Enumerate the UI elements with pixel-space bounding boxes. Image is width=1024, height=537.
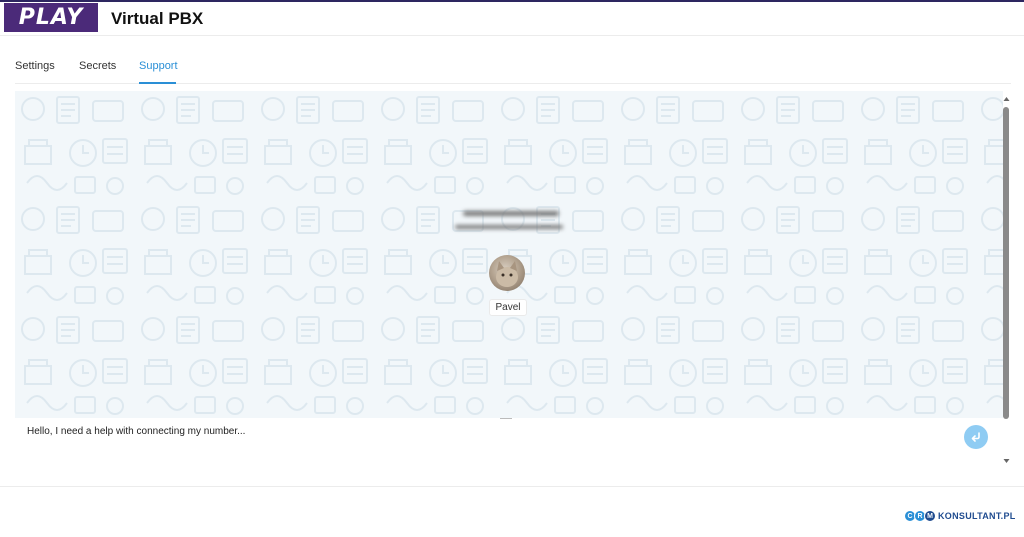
scroll-up-icon[interactable]	[1002, 95, 1011, 103]
page-title: Virtual PBX	[111, 9, 204, 28]
brand-word: KONSULTANT.PL	[938, 511, 1016, 521]
brand-letter: M	[924, 510, 936, 522]
message-input[interactable]	[15, 420, 1003, 460]
send-button[interactable]	[964, 425, 988, 449]
cat-avatar-icon	[496, 261, 518, 287]
tab-secrets[interactable]: Secrets	[79, 60, 116, 84]
tab-bar: Settings Secrets Support	[15, 60, 1011, 84]
tab-settings[interactable]: Settings	[15, 60, 55, 84]
logo-text: PLAY	[18, 5, 84, 30]
scroll-thumb[interactable]	[1003, 107, 1009, 419]
send-icon	[971, 432, 980, 442]
top-accent-line	[0, 0, 1024, 2]
blurred-company-name	[455, 199, 565, 235]
footer: C R M KONSULTANT.PL	[0, 486, 1024, 537]
tab-support[interactable]: Support	[139, 60, 178, 84]
scrollbar[interactable]	[1002, 95, 1011, 467]
scroll-down-icon[interactable]	[1002, 457, 1011, 465]
crm-konsultant-logo[interactable]: C R M KONSULTANT.PL	[904, 509, 1016, 523]
play-logo[interactable]: PLAY	[4, 3, 98, 32]
avatar	[489, 255, 525, 291]
top-bar: PLAY Virtual PBX	[0, 0, 1024, 36]
agent-name: Pavel	[489, 299, 527, 316]
chat-window: Pavel	[15, 91, 1003, 418]
